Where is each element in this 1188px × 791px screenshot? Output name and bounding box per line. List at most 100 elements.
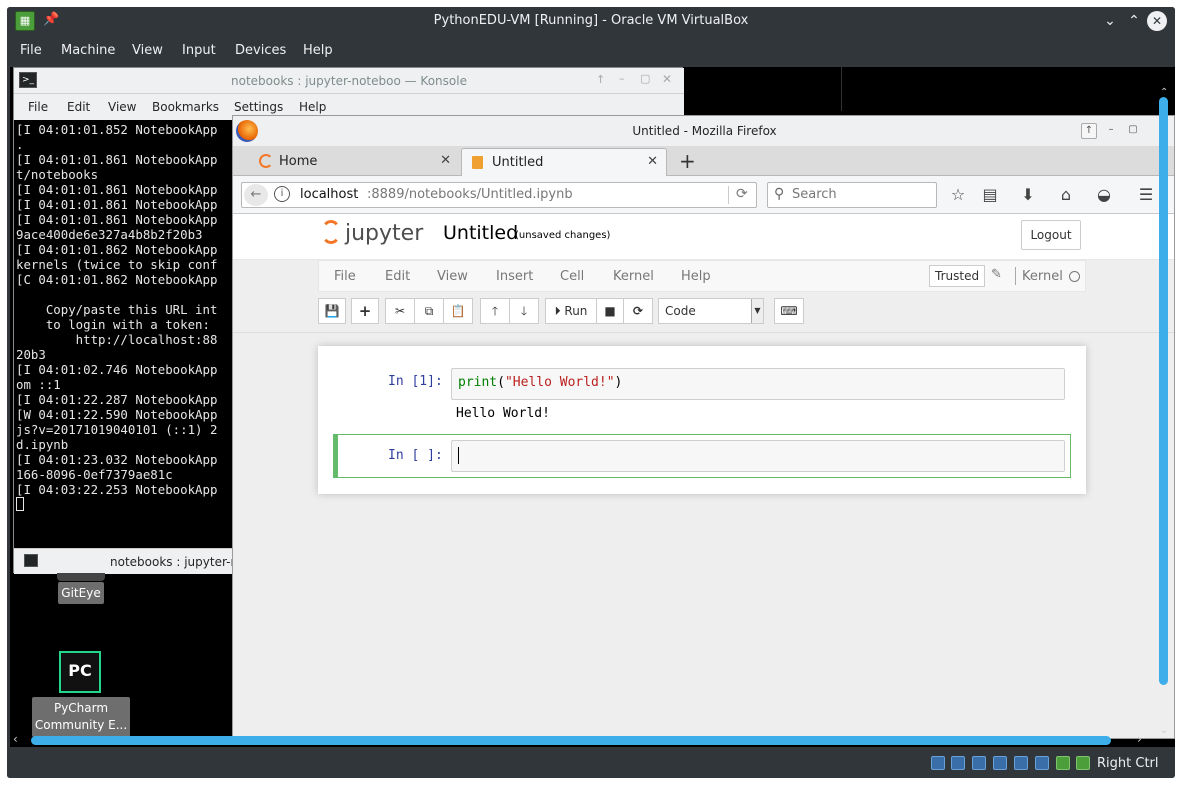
vbox-menu-machine[interactable]: Machine bbox=[61, 43, 115, 58]
konsole-menu-settings[interactable]: Settings bbox=[234, 100, 283, 114]
vbox-menu-input[interactable]: Input bbox=[182, 43, 216, 58]
pycharm-label[interactable]: PyCharm Community E... bbox=[32, 697, 130, 737]
shared-folder-icon[interactable] bbox=[972, 756, 986, 770]
cell-type-select[interactable]: Code ▼ bbox=[658, 298, 764, 324]
keep-above-icon[interactable]: ↑ bbox=[1081, 123, 1097, 139]
url-bar[interactable]: ← i localhost :8889/notebooks/Untitled.i… bbox=[241, 182, 757, 208]
cell-2-input[interactable] bbox=[451, 440, 1065, 472]
menu-kernel[interactable]: Kernel bbox=[613, 269, 654, 284]
guest-desktop: >_ notebooks : jupyter-noteboo — Konsole… bbox=[10, 67, 1175, 747]
notebook-name[interactable]: Untitled bbox=[443, 222, 518, 244]
firefox-window-title: Untitled - Mozilla Firefox bbox=[632, 124, 777, 138]
trusted-badge[interactable]: Trusted bbox=[929, 265, 986, 287]
vbox-menu-devices[interactable]: Devices bbox=[235, 43, 286, 58]
mouse-integration-icon[interactable] bbox=[1076, 756, 1090, 770]
konsole-menu-file[interactable]: File bbox=[28, 100, 48, 114]
pycharm-icon[interactable]: PC bbox=[59, 651, 101, 693]
horizontal-scrollbar[interactable]: ‹ › bbox=[13, 732, 1157, 748]
vertical-scrollbar[interactable]: ⌃ ⌄ bbox=[1159, 87, 1169, 747]
horizontal-scrollbar-thumb[interactable] bbox=[31, 736, 1111, 745]
cell-2-prompt: In [ ]: bbox=[388, 448, 443, 463]
hard-disk-icon[interactable] bbox=[931, 756, 945, 770]
reload-icon[interactable]: ⟳ bbox=[736, 186, 748, 202]
cut-icon[interactable]: ✂ bbox=[385, 298, 415, 324]
jupyter-page: jupyter Untitled (unsaved changes) Logou… bbox=[233, 214, 1174, 738]
display-icon[interactable] bbox=[993, 756, 1007, 770]
konsole-menu-view[interactable]: View bbox=[108, 100, 136, 114]
kernel-name: Kernel bbox=[1022, 269, 1063, 284]
tab-untitled[interactable]: Untitled ✕ bbox=[461, 148, 667, 176]
giteye-label[interactable]: GitEye bbox=[58, 582, 104, 604]
insert-cell-plus-icon[interactable]: + bbox=[351, 298, 379, 324]
close-tab-icon[interactable]: ✕ bbox=[440, 153, 451, 168]
pocket-icon[interactable]: ◒ bbox=[1093, 185, 1115, 204]
close-icon[interactable]: ✕ bbox=[1147, 11, 1167, 31]
menu-file[interactable]: File bbox=[334, 269, 356, 284]
keep-above-icon[interactable]: ↑ bbox=[596, 73, 605, 86]
minimize-icon[interactable]: – bbox=[1103, 123, 1119, 139]
logout-button[interactable]: Logout bbox=[1021, 220, 1081, 250]
new-tab-plus-icon[interactable]: + bbox=[679, 149, 696, 173]
network-icon[interactable] bbox=[1014, 756, 1028, 770]
vbox-menu-file[interactable]: File bbox=[20, 43, 42, 58]
move-down-arrow-icon[interactable]: 🡓 bbox=[509, 298, 539, 324]
close-icon[interactable]: ✕ bbox=[662, 72, 672, 86]
save-icon[interactable]: 💾 bbox=[318, 298, 346, 324]
menu-view[interactable]: View bbox=[437, 269, 468, 284]
close-tab-icon[interactable]: ✕ bbox=[647, 154, 658, 169]
jupyter-logo[interactable]: jupyter bbox=[321, 220, 423, 246]
menu-insert[interactable]: Insert bbox=[496, 269, 533, 284]
interrupt-stop-icon[interactable]: ■ bbox=[596, 298, 624, 324]
bookmark-star-icon[interactable]: ☆ bbox=[947, 185, 969, 204]
menu-edit[interactable]: Edit bbox=[385, 269, 410, 284]
notebook-container: In [1]: print("Hello World!") Hello Worl… bbox=[318, 346, 1086, 494]
chevron-up-icon[interactable]: ⌃ bbox=[1123, 10, 1145, 32]
usb-icon[interactable] bbox=[1035, 756, 1049, 770]
tab-home[interactable]: Home ✕ bbox=[249, 148, 459, 176]
paste-icon[interactable]: 📋 bbox=[443, 298, 473, 324]
notebook-toolbar: 💾 + ✂ ⧉ 📋 🡑 🡓 ⏵ Run ■ ⟳ Code ▼ ⌨ bbox=[318, 298, 1086, 332]
vbox-menu-view[interactable]: View bbox=[132, 43, 163, 58]
library-icon[interactable]: ▤ bbox=[979, 185, 1001, 204]
vertical-scrollbar-thumb[interactable] bbox=[1159, 97, 1168, 685]
scroll-down-arrow-icon[interactable]: ⌄ bbox=[1160, 725, 1168, 736]
vbox-status-bar: Right Ctrl bbox=[7, 750, 1175, 778]
maximize-icon[interactable]: ▢ bbox=[1125, 123, 1141, 139]
vbox-menu-help[interactable]: Help bbox=[303, 43, 333, 58]
run-button[interactable]: ⏵ Run bbox=[545, 298, 597, 324]
scroll-right-arrow-icon[interactable]: › bbox=[1137, 732, 1142, 746]
search-input[interactable]: ⚲ Search bbox=[767, 182, 937, 208]
notebook-favicon-icon bbox=[472, 156, 483, 169]
keyboard-icon[interactable]: ⌨ bbox=[774, 298, 804, 324]
menu-help[interactable]: Help bbox=[681, 269, 711, 284]
restart-icon[interactable]: ⟳ bbox=[623, 298, 653, 324]
minimize-icon[interactable]: – bbox=[619, 72, 625, 85]
terminal-cursor bbox=[16, 497, 24, 511]
maximize-icon[interactable]: ▢ bbox=[640, 72, 650, 85]
konsole-window-title: notebooks : jupyter-noteboo — Konsole bbox=[231, 74, 467, 88]
konsole-menu-help[interactable]: Help bbox=[299, 100, 326, 114]
hamburger-menu-icon[interactable]: ☰ bbox=[1135, 185, 1157, 204]
firefox-title-bar: Untitled - Mozilla Firefox ↑ – ▢ bbox=[233, 116, 1174, 146]
chevron-down-icon[interactable]: ⌄ bbox=[1099, 10, 1121, 32]
konsole-tab-label: notebooks : jupyter-n bbox=[110, 555, 239, 569]
scroll-left-arrow-icon[interactable]: ‹ bbox=[13, 732, 18, 746]
desktop-panel-divider bbox=[682, 67, 842, 111]
optical-drive-icon[interactable] bbox=[951, 756, 965, 770]
back-arrow-icon[interactable]: ← bbox=[244, 184, 268, 206]
home-icon[interactable]: ⌂ bbox=[1055, 185, 1077, 204]
copy-icon[interactable]: ⧉ bbox=[414, 298, 444, 324]
menu-cell[interactable]: Cell bbox=[560, 269, 584, 284]
konsole-menu-bookmarks[interactable]: Bookmarks bbox=[152, 100, 219, 114]
terminal-icon bbox=[24, 554, 38, 567]
move-up-arrow-icon[interactable]: 🡑 bbox=[480, 298, 510, 324]
konsole-menu-edit[interactable]: Edit bbox=[67, 100, 90, 114]
giteye-icon[interactable] bbox=[57, 573, 105, 581]
info-icon[interactable]: i bbox=[274, 186, 290, 202]
cpu-activity-icon[interactable] bbox=[1056, 756, 1070, 770]
download-icon[interactable]: ⬇ bbox=[1017, 185, 1039, 204]
cell-1-input[interactable]: print("Hello World!") bbox=[451, 368, 1065, 400]
step-forward-icon: ⏵ bbox=[554, 304, 561, 318]
edit-pencil-icon[interactable]: ✎ bbox=[991, 267, 1002, 282]
dropdown-caret-icon: ▼ bbox=[751, 299, 763, 323]
